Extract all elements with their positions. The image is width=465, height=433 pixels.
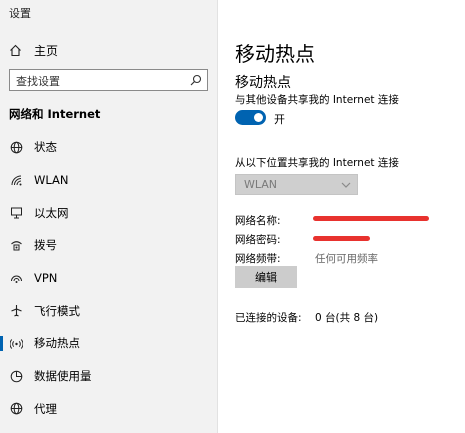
network-password-redaction bbox=[313, 236, 370, 241]
share-from-select[interactable]: WLAN bbox=[235, 174, 358, 195]
sidebar: 设置 主页 网络和 Internet 状态 WLAN bbox=[0, 0, 218, 433]
home-link[interactable]: 主页 bbox=[9, 42, 58, 59]
section-title: 网络和 Internet bbox=[9, 107, 101, 121]
network-band-label: 网络频带: bbox=[235, 253, 281, 265]
network-name-row: 网络名称: bbox=[235, 213, 315, 228]
hotspot-toggle[interactable] bbox=[235, 110, 266, 125]
sidebar-item-ethernet[interactable]: 以太网 bbox=[0, 196, 217, 229]
page-title: 移动热点 bbox=[235, 42, 315, 66]
share-from-value: WLAN bbox=[244, 178, 278, 191]
chevron-down-icon bbox=[341, 182, 351, 188]
sidebar-item-label: 数据使用量 bbox=[34, 369, 92, 384]
home-label: 主页 bbox=[34, 44, 59, 58]
sidebar-item-dialup[interactable]: 拨号 bbox=[0, 229, 217, 262]
sidebar-item-hotspot[interactable]: 移动热点 bbox=[0, 327, 217, 360]
network-band-row: 网络频带: bbox=[235, 251, 315, 266]
search-icon[interactable] bbox=[190, 74, 202, 86]
sidebar-item-data-usage[interactable]: 数据使用量 bbox=[0, 360, 217, 393]
globe-icon bbox=[9, 140, 23, 154]
search-input[interactable] bbox=[10, 71, 186, 92]
sidebar-item-label: 以太网 bbox=[34, 205, 69, 220]
sidebar-item-label: 代理 bbox=[34, 401, 57, 416]
connected-devices-value: 0 台(共 8 台) bbox=[315, 312, 379, 324]
network-name-redaction bbox=[313, 216, 429, 221]
vpn-icon bbox=[9, 271, 23, 285]
sidebar-item-vpn[interactable]: VPN bbox=[0, 262, 217, 295]
sidebar-item-label: 拨号 bbox=[34, 238, 57, 253]
home-icon bbox=[10, 44, 21, 57]
sidebar-item-label: 移动热点 bbox=[34, 336, 80, 351]
connected-devices-label: 已连接的设备: bbox=[235, 312, 302, 324]
data-usage-icon bbox=[9, 369, 23, 383]
sidebar-item-proxy[interactable]: 代理 bbox=[0, 393, 217, 426]
sidebar-item-airplane[interactable]: 飞行模式 bbox=[0, 294, 217, 327]
share-connection-label: 与其他设备共享我的 Internet 连接 bbox=[235, 94, 399, 106]
hotspot-icon bbox=[9, 336, 23, 350]
section-heading: 移动热点 bbox=[235, 75, 291, 91]
sidebar-item-label: 状态 bbox=[34, 140, 57, 155]
sidebar-item-label: VPN bbox=[34, 271, 58, 286]
search-box[interactable] bbox=[9, 69, 208, 92]
sidebar-item-status[interactable]: 状态 bbox=[0, 131, 217, 164]
sidebar-item-label: 飞行模式 bbox=[34, 303, 80, 318]
wifi-icon bbox=[9, 173, 23, 187]
sidebar-nav: 状态 WLAN 以太网 拨号 VPN 飞行模式 移动热点 数据使用量 代理 bbox=[0, 131, 217, 425]
airplane-icon bbox=[9, 304, 23, 318]
network-name-label: 网络名称: bbox=[235, 215, 281, 227]
toggle-state-label: 开 bbox=[274, 113, 285, 126]
proxy-globe-icon bbox=[9, 402, 23, 416]
edit-button[interactable]: 编辑 bbox=[235, 266, 297, 288]
network-band-value: 任何可用频率 bbox=[315, 253, 378, 265]
share-from-label: 从以下位置共享我的 Internet 连接 bbox=[235, 157, 399, 169]
main-panel: 移动热点 移动热点 与其他设备共享我的 Internet 连接 开 从以下位置共… bbox=[218, 0, 465, 433]
sidebar-item-wlan[interactable]: WLAN bbox=[0, 164, 217, 197]
sidebar-item-label: WLAN bbox=[34, 173, 69, 188]
window-title: 设置 bbox=[9, 7, 31, 20]
network-password-row: 网络密码: bbox=[235, 232, 315, 247]
network-password-label: 网络密码: bbox=[235, 234, 281, 246]
ethernet-icon bbox=[9, 206, 23, 220]
dialup-icon bbox=[9, 238, 23, 252]
toggle-knob bbox=[254, 113, 263, 122]
